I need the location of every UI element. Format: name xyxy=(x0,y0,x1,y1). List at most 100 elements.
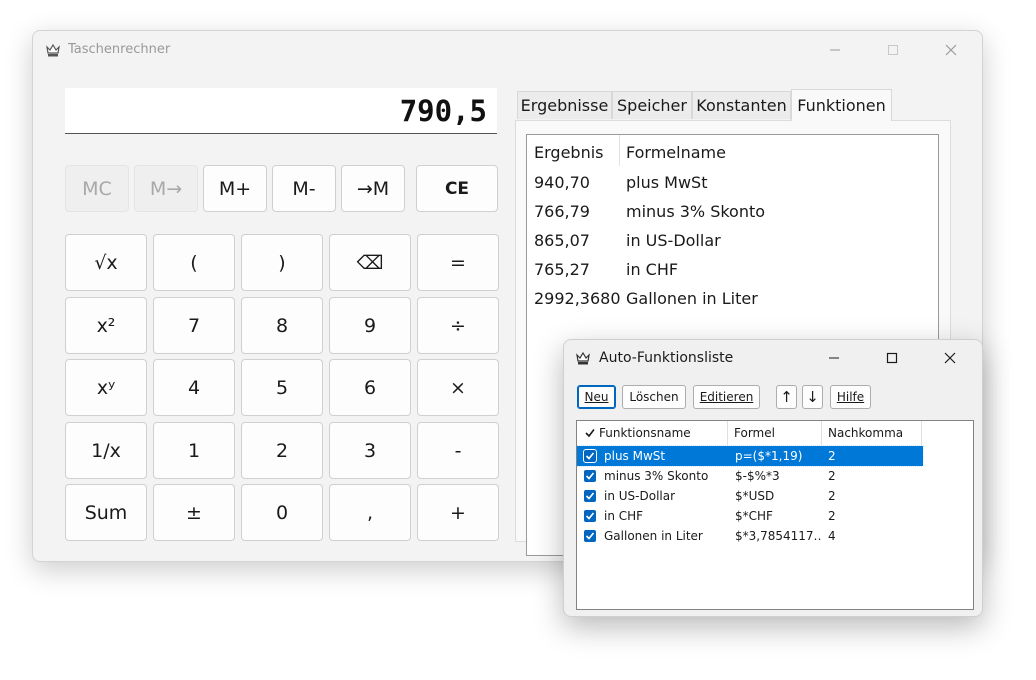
checkmark-icon xyxy=(585,429,595,438)
function-name: minus 3% Skonto xyxy=(604,469,709,483)
digit-0-button[interactable]: 0 xyxy=(241,484,323,541)
tab-speicher[interactable]: Speicher xyxy=(612,91,692,119)
function-decimals: 2 xyxy=(828,449,836,463)
result-formula-name: plus MwSt xyxy=(626,173,708,192)
digit-4-button[interactable]: 4 xyxy=(153,359,235,416)
table-row[interactable]: Gallonen in Liter $*3,7854117… 4 xyxy=(577,526,923,546)
row-checkbox[interactable] xyxy=(583,489,597,503)
table-row[interactable]: in CHF $*CHF 2 xyxy=(577,506,923,526)
digit-6-button[interactable]: 6 xyxy=(329,359,411,416)
delete-button[interactable]: Löschen xyxy=(622,385,686,409)
open-paren-button[interactable]: ( xyxy=(153,234,235,291)
function-decimals: 2 xyxy=(828,469,836,483)
result-value: 2992,3680 xyxy=(534,289,621,308)
clear-entry-button[interactable]: CE xyxy=(416,165,498,212)
checkmark-icon xyxy=(585,472,595,480)
help-button[interactable]: Hilfe xyxy=(830,385,871,409)
checkmark-icon xyxy=(585,452,595,460)
title-bar: Taschenrechner xyxy=(33,31,982,69)
tab-konstanten[interactable]: Konstanten xyxy=(692,91,791,119)
digit-7-button[interactable]: 7 xyxy=(153,297,235,354)
minus-button[interactable]: - xyxy=(417,422,499,479)
new-button-label: Neu xyxy=(584,390,609,404)
equals-button[interactable]: = xyxy=(417,234,499,291)
result-value: 766,79 xyxy=(534,202,590,221)
checkmark-icon xyxy=(585,492,595,500)
function-list-grid[interactable]: Funktionsname Formel Nachkomma plus MwSt… xyxy=(576,420,974,610)
close-paren-button[interactable]: ) xyxy=(241,234,323,291)
calculator-crown-icon xyxy=(576,351,590,365)
dialog-minimize-button[interactable] xyxy=(814,343,854,373)
backspace-button[interactable]: ⌫ xyxy=(329,234,411,291)
memory-store-button[interactable]: →M xyxy=(341,165,405,212)
table-row[interactable]: minus 3% Skonto $-$%*3 2 xyxy=(577,466,923,486)
column-header-ergebnis[interactable]: Ergebnis xyxy=(534,143,603,162)
function-name: in CHF xyxy=(604,509,644,523)
row-checkbox[interactable] xyxy=(583,529,597,543)
memory-clear-button[interactable]: MC xyxy=(65,165,129,212)
divide-button[interactable]: ÷ xyxy=(417,297,499,354)
memory-subtract-button[interactable]: M- xyxy=(272,165,336,212)
function-formula: p=($*1,19) xyxy=(735,449,803,463)
power-button[interactable]: xʸ xyxy=(65,359,147,416)
column-divider xyxy=(619,135,620,166)
close-button[interactable] xyxy=(931,35,971,65)
close-icon xyxy=(944,352,956,364)
memory-recall-button[interactable]: M→ xyxy=(134,165,198,212)
column-header-nachkomma[interactable]: Nachkomma xyxy=(822,421,922,445)
minimize-icon xyxy=(829,357,839,359)
window-title: Taschenrechner xyxy=(68,42,171,57)
sum-button[interactable]: Sum xyxy=(65,484,147,541)
column-header-formelname[interactable]: Formelname xyxy=(626,143,726,162)
table-row[interactable]: plus MwSt p=($*1,19) 2 xyxy=(577,445,924,467)
digit-8-button[interactable]: 8 xyxy=(241,297,323,354)
function-formula: $*CHF xyxy=(735,509,773,523)
dialog-maximize-button[interactable] xyxy=(872,343,912,373)
dialog-close-button[interactable] xyxy=(930,343,970,373)
dialog-title: Auto-Funktionsliste xyxy=(599,350,734,366)
edit-button[interactable]: Editieren xyxy=(693,385,760,409)
reciprocal-button[interactable]: 1/x xyxy=(65,422,147,479)
digit-3-button[interactable]: 3 xyxy=(329,422,411,479)
tab-ergebnisse[interactable]: Ergebnisse xyxy=(517,91,612,119)
plus-minus-button[interactable]: ± xyxy=(153,484,235,541)
function-formula: $*USD xyxy=(735,489,775,503)
result-formula-name: Gallonen in Liter xyxy=(626,289,758,308)
memory-add-button[interactable]: M+ xyxy=(203,165,267,212)
result-formula-name: in CHF xyxy=(626,260,679,279)
row-checkbox[interactable] xyxy=(583,469,597,483)
help-button-label: Hilfe xyxy=(836,390,865,404)
row-checkbox[interactable] xyxy=(583,509,597,523)
digit-2-button[interactable]: 2 xyxy=(241,422,323,479)
move-up-button[interactable]: ↑ xyxy=(776,385,797,409)
minimize-icon xyxy=(830,49,840,51)
new-button[interactable]: Neu xyxy=(577,385,616,409)
function-name: in US-Dollar xyxy=(604,489,676,503)
function-formula: $*3,7854117… xyxy=(735,529,821,543)
column-header-funktionsname[interactable]: Funktionsname xyxy=(577,421,728,445)
tab-funktionen[interactable]: Funktionen xyxy=(791,89,892,121)
maximize-button[interactable] xyxy=(873,35,913,65)
table-row[interactable]: in US-Dollar $*USD 2 xyxy=(577,486,923,506)
digit-1-button[interactable]: 1 xyxy=(153,422,235,479)
function-decimals: 2 xyxy=(828,489,836,503)
column-header-formel[interactable]: Formel xyxy=(728,421,822,445)
function-formula: $-$%*3 xyxy=(735,469,780,483)
result-formula-name: minus 3% Skonto xyxy=(626,202,766,221)
digit-9-button[interactable]: 9 xyxy=(329,297,411,354)
digit-5-button[interactable]: 5 xyxy=(241,359,323,416)
move-down-button[interactable]: ↓ xyxy=(802,385,823,409)
row-checkbox[interactable] xyxy=(583,449,597,463)
square-button[interactable]: x² xyxy=(65,297,147,354)
function-name: plus MwSt xyxy=(604,449,666,463)
minimize-button[interactable] xyxy=(815,35,855,65)
sqrt-button[interactable]: √x xyxy=(65,234,147,291)
auto-function-list-dialog: Auto-Funktionsliste Neu Löschen Editiere… xyxy=(563,339,983,617)
maximize-icon xyxy=(886,352,898,364)
close-icon xyxy=(945,44,957,56)
decimal-comma-button[interactable]: , xyxy=(329,484,411,541)
result-value: 865,07 xyxy=(534,231,590,250)
plus-button[interactable]: + xyxy=(417,484,499,541)
result-formula-name: in US-Dollar xyxy=(626,231,721,250)
multiply-button[interactable]: × xyxy=(417,359,499,416)
